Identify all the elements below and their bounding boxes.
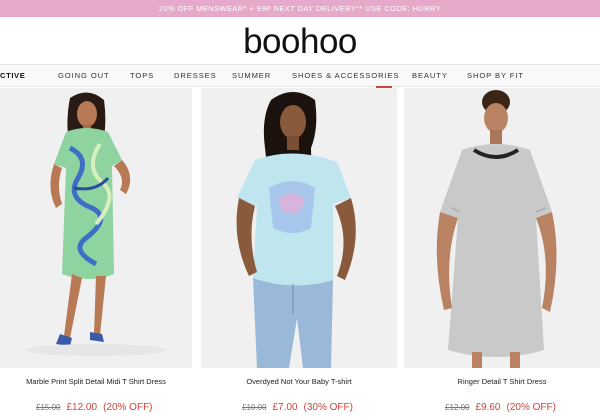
product-image[interactable] [201,88,397,368]
product-name[interactable]: Overdyed Not Your Baby T-shirt [201,377,397,386]
sale-price: £12.00 [66,402,98,413]
discount-label: (30% OFF) [303,402,353,413]
product-price: £15.00 £12.00 (20% OFF) [36,402,153,413]
original-price: £15.00 [36,403,61,412]
category-nav: CTIVE GOING OUT TOPS DRESSES SUMMER SHOE… [0,64,600,88]
discount-label: (20% OFF) [506,402,556,413]
sale-price: £9.60 [475,402,501,413]
nav-item-summer[interactable]: SUMMER [232,65,271,87]
original-price: £12.00 [445,403,470,412]
nav-item-beauty[interactable]: BEAUTY [412,65,448,87]
product-name[interactable]: Ringer Detail T Shirt Dress [404,377,600,386]
product-price: £12.00 £9.60 (20% OFF) [445,402,556,413]
nav-item-shop-by-fit[interactable]: SHOP BY FIT [467,65,524,87]
nav-item-going-out[interactable]: GOING OUT [58,65,110,87]
sale-price: £7.00 [272,402,298,413]
product-name[interactable]: Marble Print Split Detail Midi T Shirt D… [0,377,192,386]
nav-item-dresses[interactable]: DRESSES [174,65,217,87]
nav-item-tops[interactable]: TOPS [130,65,154,87]
original-price: £10.00 [242,403,267,412]
nav-item-shoes-accessories[interactable]: SHOES & ACCESSORIES [292,65,399,87]
nav-item-active[interactable]: CTIVE [0,65,25,87]
product-price: £10.00 £7.00 (30% OFF) [242,402,353,413]
promo-banner[interactable]: 20% OFF MENSWEAR* + 99P NEXT DAY DELIVER… [0,0,600,17]
product-image[interactable] [0,88,192,368]
product-image[interactable] [404,88,600,368]
site-header: boohoo [0,17,600,64]
boohoo-logo[interactable]: boohoo [243,24,357,59]
discount-label: (20% OFF) [103,402,153,413]
